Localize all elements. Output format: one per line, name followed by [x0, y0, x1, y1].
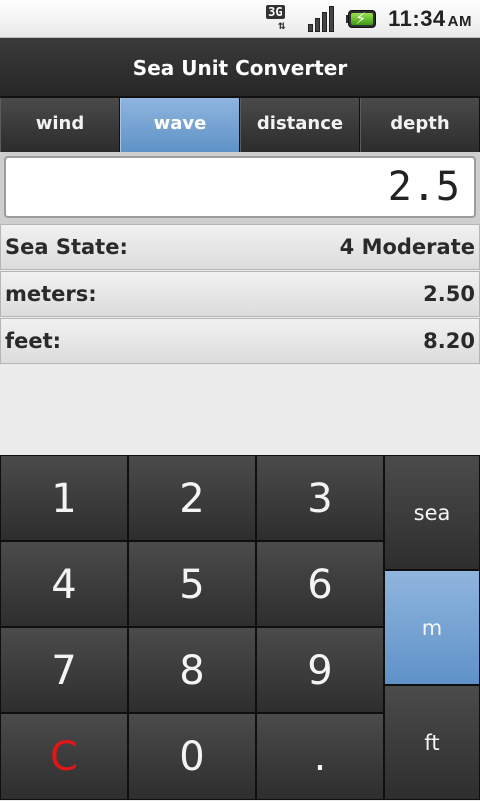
key-1[interactable]: 1 — [0, 455, 128, 541]
value-input[interactable]: 2.5 — [4, 156, 476, 218]
3g-data-icon: 3G ⇅ — [266, 5, 286, 32]
status-clock: 11:34 AM — [388, 6, 472, 31]
tab-wave[interactable]: wave — [120, 98, 240, 152]
tab-bar: wind wave distance depth — [0, 98, 480, 152]
unit-m-button[interactable]: m — [384, 570, 480, 685]
battery-charging-icon: ⚡ — [346, 8, 380, 30]
result-value: 8.20 — [423, 329, 475, 353]
result-value: 4 Moderate — [339, 235, 475, 259]
clear-key[interactable]: C — [0, 713, 128, 800]
key-7[interactable]: 7 — [0, 627, 128, 713]
key-4[interactable]: 4 — [0, 541, 128, 627]
tab-wind[interactable]: wind — [0, 98, 120, 152]
signal-strength-icon — [306, 4, 338, 34]
result-label: feet: — [5, 329, 62, 353]
tab-depth[interactable]: depth — [360, 98, 480, 152]
key-5[interactable]: 5 — [128, 541, 256, 627]
tab-distance[interactable]: distance — [240, 98, 360, 152]
key-0[interactable]: 0 — [128, 713, 256, 800]
result-row-feet: feet: 8.20 — [0, 318, 480, 364]
keypad: 1 2 3 4 5 6 7 8 9 C 0 . sea m ft — [0, 455, 480, 800]
result-row-meters: meters: 2.50 — [0, 271, 480, 317]
unit-sea-button[interactable]: sea — [384, 455, 480, 570]
app-title: Sea Unit Converter — [0, 38, 480, 98]
key-6[interactable]: 6 — [256, 541, 384, 627]
result-label: meters: — [5, 282, 97, 306]
key-8[interactable]: 8 — [128, 627, 256, 713]
results-list: Sea State: 4 Moderate meters: 2.50 feet:… — [0, 224, 480, 365]
status-bar: 3G ⇅ ⚡ 11:34 AM — [0, 0, 480, 38]
value-input-container: 2.5 — [0, 152, 480, 224]
decimal-key[interactable]: . — [256, 713, 384, 800]
result-row-sea-state: Sea State: 4 Moderate — [0, 224, 480, 270]
unit-ft-button[interactable]: ft — [384, 685, 480, 800]
key-3[interactable]: 3 — [256, 455, 384, 541]
key-9[interactable]: 9 — [256, 627, 384, 713]
status-icons: 3G ⇅ ⚡ 11:34 AM — [266, 0, 472, 38]
key-2[interactable]: 2 — [128, 455, 256, 541]
result-label: Sea State: — [5, 235, 128, 259]
result-value: 2.50 — [423, 282, 475, 306]
